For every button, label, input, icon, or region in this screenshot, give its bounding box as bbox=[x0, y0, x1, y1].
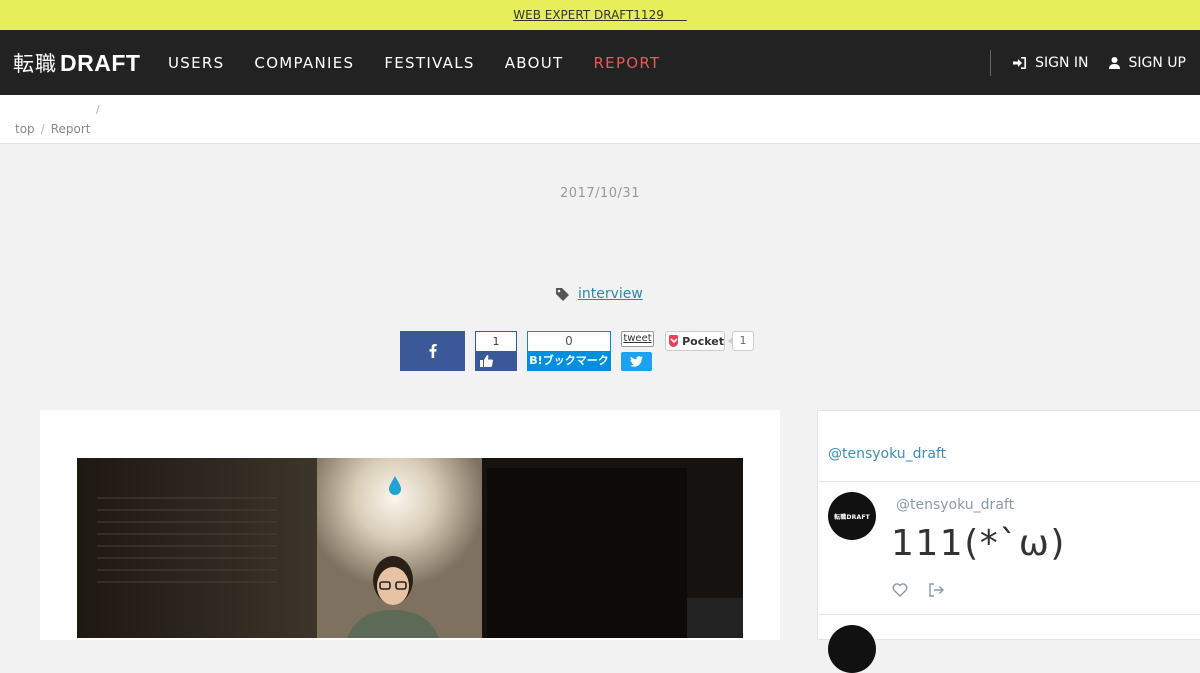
navbar: 転職 DRAFT USERS COMPANIES FESTIVALS ABOUT… bbox=[0, 30, 1200, 95]
nav-report[interactable]: REPORT bbox=[593, 54, 660, 72]
logo-en: DRAFT bbox=[60, 50, 141, 76]
hatena-count: 0 bbox=[527, 331, 611, 351]
nav-divider bbox=[990, 50, 991, 76]
pocket-icon bbox=[669, 335, 679, 347]
pocket-label: Pocket bbox=[682, 334, 724, 348]
tag-row: interview bbox=[556, 286, 643, 302]
sign-in-icon bbox=[1013, 56, 1027, 69]
divider bbox=[818, 481, 1200, 482]
twitter-timeline-widget: @tensyoku_draft 転職DRAFT @tensyoku_draft … bbox=[817, 410, 1200, 673]
sign-up-link[interactable]: SIGN UP bbox=[1108, 54, 1186, 71]
breadcrumb-top[interactable]: top bbox=[15, 122, 35, 136]
breadcrumb-separator: / bbox=[40, 122, 45, 136]
divider bbox=[818, 614, 1200, 615]
article-card bbox=[40, 410, 780, 640]
sign-up-label: SIGN UP bbox=[1128, 54, 1186, 71]
logo-jp: 転職 bbox=[13, 52, 57, 76]
like-count: 1 bbox=[475, 331, 517, 351]
tweet-username[interactable]: @tensyoku_draft bbox=[896, 497, 1014, 513]
breadcrumb: top / Report bbox=[15, 122, 91, 136]
pocket-button[interactable]: Pocket bbox=[665, 331, 725, 351]
nav-companies[interactable]: COMPANIES bbox=[254, 54, 354, 72]
main-nav: USERS COMPANIES FESTIVALS ABOUT REPORT bbox=[168, 30, 691, 95]
facebook-share-button[interactable] bbox=[400, 331, 465, 371]
breadcrumb-bar: / top / Report bbox=[0, 95, 1200, 144]
sign-in-link[interactable]: SIGN IN bbox=[1013, 54, 1089, 71]
sign-in-label: SIGN IN bbox=[1035, 54, 1089, 71]
post-date: 2017/10/31 bbox=[560, 186, 640, 201]
nav-about[interactable]: ABOUT bbox=[505, 54, 564, 72]
breadcrumb-report[interactable]: Report bbox=[51, 122, 91, 136]
announcement-bar: WEB EXPERT DRAFT1129 bbox=[0, 0, 1200, 30]
timeline-handle-link[interactable]: @tensyoku_draft bbox=[828, 446, 946, 462]
nav-users[interactable]: USERS bbox=[168, 54, 224, 72]
thumbs-up-icon bbox=[480, 355, 493, 367]
tweet-actions bbox=[892, 583, 964, 597]
tag-link-interview[interactable]: interview bbox=[578, 286, 643, 302]
hatena-bookmark-button[interactable]: B!ブックマーク bbox=[527, 351, 611, 371]
breadcrumb-separator: / bbox=[96, 103, 100, 116]
auth-nav: SIGN IN SIGN UP bbox=[993, 30, 1186, 95]
share-icon[interactable] bbox=[928, 583, 944, 597]
tweet-widget: tweet bbox=[621, 331, 654, 371]
site-logo[interactable]: 転職 DRAFT bbox=[13, 48, 140, 78]
facebook-like-widget: 1 bbox=[475, 331, 517, 371]
article-hero-image bbox=[77, 458, 743, 638]
avatar[interactable]: 転職DRAFT bbox=[828, 492, 876, 540]
user-icon bbox=[1108, 56, 1120, 69]
tweet-label[interactable]: tweet bbox=[621, 331, 654, 347]
tweet-text: 111(*`ω) bbox=[891, 523, 1066, 564]
hatena-bookmark-widget: 0 B!ブックマーク bbox=[527, 331, 611, 371]
facebook-icon bbox=[429, 344, 437, 358]
pocket-count: 1 bbox=[728, 331, 754, 351]
nav-festivals[interactable]: FESTIVALS bbox=[384, 54, 474, 72]
facebook-like-button[interactable] bbox=[475, 351, 517, 371]
announcement-link[interactable]: WEB EXPERT DRAFT1129 bbox=[513, 8, 686, 22]
heart-icon[interactable] bbox=[892, 583, 908, 597]
pocket-widget: Pocket 1 bbox=[665, 331, 754, 351]
tag-icon bbox=[556, 287, 569, 301]
twitter-bird-icon bbox=[630, 356, 643, 367]
tweet-button[interactable] bbox=[621, 352, 652, 371]
avatar[interactable] bbox=[828, 625, 876, 673]
